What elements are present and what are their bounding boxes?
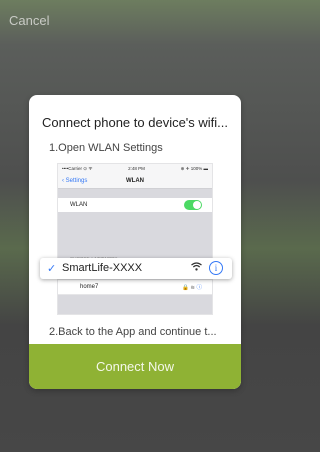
network-ssid: SmartLife-XXXX: [62, 262, 143, 274]
selected-network-row: ✓ SmartLife-XXXX i: [40, 258, 232, 279]
wlan-toggle-row: WLAN: [58, 198, 212, 212]
connect-wifi-dialog: Connect phone to device's wifi... 1.Open…: [29, 95, 241, 389]
connect-now-button[interactable]: Connect Now: [29, 344, 241, 389]
network-row: home7 🔒 ≋ ⓘ: [58, 280, 212, 295]
wlan-toggle: [184, 200, 202, 210]
step-1-text: 1.Open WLAN Settings: [49, 142, 163, 154]
status-carrier: ••••Carrier ⊙ ᯤ: [62, 165, 93, 171]
status-battery: ⊕ ✈ 100% ▬: [180, 165, 208, 171]
cancel-button[interactable]: Cancel: [9, 13, 49, 28]
info-icon: i: [209, 261, 223, 275]
lock-wifi-info-icon: 🔒 ≋ ⓘ: [181, 285, 202, 291]
step-2-text: 2.Back to the App and continue t...: [49, 326, 217, 338]
wifi-icon: [191, 262, 202, 274]
nav-title: WLAN: [126, 178, 144, 184]
check-icon: ✓: [47, 263, 57, 275]
settings-nav-bar: ‹ Settings WLAN: [58, 173, 212, 189]
status-bar: ••••Carrier ⊙ ᯤ 2:48 PM ⊕ ✈ 100% ▬: [58, 164, 212, 173]
wlan-settings-illustration: ••••Carrier ⊙ ᯤ 2:48 PM ⊕ ✈ 100% ▬ ‹ Set…: [57, 163, 213, 315]
network-name: home7: [80, 284, 99, 290]
dialog-title: Connect phone to device's wifi...: [41, 115, 229, 130]
wlan-label: WLAN: [70, 202, 88, 208]
status-time: 2:48 PM: [128, 166, 145, 171]
